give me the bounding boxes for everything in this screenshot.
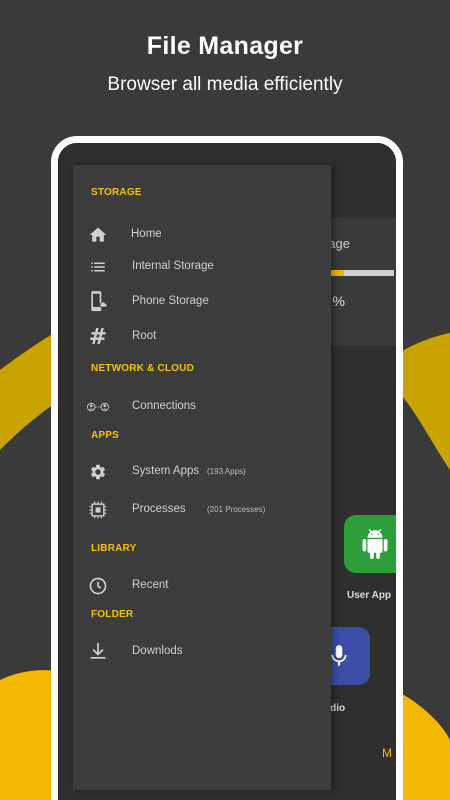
phone-frame: rage - % User App udio M STORAGE Home In… [51, 136, 403, 800]
phone-cloud-icon [87, 291, 109, 313]
user-apps-label: User App [347, 590, 392, 601]
list-icon [87, 256, 109, 278]
more-link[interactable]: M [382, 746, 392, 760]
home-icon [87, 224, 109, 246]
drawer-item-root[interactable]: # Root [73, 322, 331, 352]
drawer-item-label: Processes [132, 503, 186, 515]
drawer-item-phone-storage[interactable]: Phone Storage [73, 287, 331, 317]
system-apps-count: (193 Apps) [207, 467, 246, 476]
drawer-item-label: Internal Storage [132, 260, 214, 272]
navigation-drawer: STORAGE Home Internal Storage Phone Stor… [73, 165, 331, 790]
drawer-item-connections[interactable]: Connections [73, 392, 331, 422]
app-screen: rage - % User App udio M STORAGE Home In… [58, 143, 396, 800]
drawer-item-label: Recent [132, 579, 169, 591]
gear-icon [87, 461, 109, 483]
drawer-item-downloads[interactable]: Downlods [73, 637, 331, 667]
drawer-item-label: Root [132, 330, 157, 342]
drawer-item-recent[interactable]: Recent [73, 571, 331, 601]
drawer-item-label: Phone Storage [132, 295, 209, 307]
drawer-item-home[interactable]: Home [73, 220, 331, 250]
section-header-apps: APPS [91, 430, 120, 441]
hash-icon: # [88, 324, 108, 350]
user-apps-tile[interactable] [344, 515, 396, 573]
storage-progress-bar [324, 270, 394, 276]
promo-title: File Manager [146, 32, 304, 60]
section-header-library: LIBRARY [91, 543, 137, 554]
connections-icon [87, 396, 109, 418]
android-icon [362, 529, 388, 559]
drawer-item-processes[interactable]: Processes (201 Processes) [73, 495, 331, 525]
chip-icon [87, 499, 109, 521]
section-header-storage: STORAGE [91, 187, 142, 198]
promo-subtitle: Browser all media efficiently [107, 74, 343, 95]
drawer-item-label: Home [131, 228, 162, 240]
section-header-network: NETWORK & CLOUD [91, 363, 194, 374]
drawer-item-label: System Apps [132, 465, 200, 477]
section-header-folder: FOLDER [91, 609, 134, 620]
download-icon [87, 641, 109, 663]
clock-icon [87, 575, 109, 597]
drawer-item-internal-storage[interactable]: Internal Storage [73, 252, 331, 282]
drawer-item-label: Downlods [132, 645, 183, 657]
drawer-item-label: Connections [132, 400, 196, 412]
processes-count: (201 Processes) [207, 505, 266, 514]
drawer-item-system-apps[interactable]: System Apps (193 Apps) [73, 457, 331, 487]
